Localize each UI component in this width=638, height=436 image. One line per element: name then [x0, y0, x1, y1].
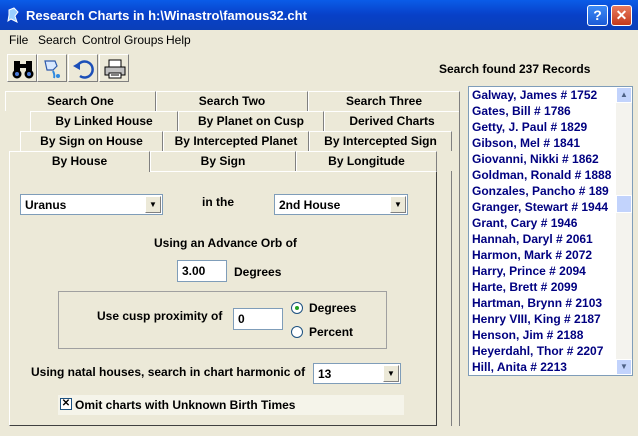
- research-charts-window: Research Charts in h:\Winastro\famous32.…: [0, 0, 638, 436]
- list-item[interactable]: Getty, J. Paul # 1829: [469, 119, 617, 135]
- menu-search[interactable]: Search: [38, 33, 76, 47]
- tab-by-linked-house-label: By Linked House: [55, 114, 153, 128]
- scroll-down-icon[interactable]: ▼: [616, 359, 632, 375]
- tab-by-sign-on-house[interactable]: By Sign on House: [20, 131, 163, 151]
- harmonic-select-value: 13: [318, 367, 332, 381]
- omit-checkbox-label[interactable]: Omit charts with Unknown Birth Times: [75, 398, 295, 412]
- list-item[interactable]: Galway, James # 1752: [469, 87, 617, 103]
- tab-search-two[interactable]: Search Two: [156, 91, 308, 111]
- scroll-thumb[interactable]: [616, 195, 632, 213]
- window-title: Research Charts in h:\Winastro\famous32.…: [26, 8, 307, 23]
- degrees-radio[interactable]: [291, 302, 303, 314]
- house-select-value: 2nd House: [279, 198, 341, 212]
- menu-bar: File Search Control Groups Help: [0, 30, 638, 50]
- chevron-down-icon[interactable]: ▼: [383, 365, 399, 382]
- planet-select-value: Uranus: [25, 198, 67, 212]
- records-list[interactable]: Galway, James # 1752 Gates, Bill # 1786 Ge…: [468, 86, 633, 376]
- list-item[interactable]: Grant, Cary # 1946: [469, 215, 617, 231]
- percent-radio[interactable]: [291, 326, 303, 338]
- list-item[interactable]: Giovanni, Nikki # 1862: [469, 151, 617, 167]
- list-item[interactable]: Harmon, Mark # 2072: [469, 247, 617, 263]
- undo-icon: [73, 60, 94, 79]
- tab-search-one[interactable]: Search One: [5, 91, 156, 111]
- app-icon: [7, 7, 19, 23]
- scroll-up-icon[interactable]: ▲: [616, 87, 632, 103]
- title-bar[interactable]: Research Charts in h:\Winastro\famous32.…: [0, 0, 638, 30]
- tab-stack-edge: [451, 171, 452, 426]
- percent-radio-label[interactable]: Percent: [309, 325, 353, 339]
- list-item[interactable]: Gonzales, Pancho # 189: [469, 183, 617, 199]
- orb-label: Using an Advance Orb of: [154, 236, 297, 250]
- records-scrollbar[interactable]: ▲ ▼: [616, 87, 632, 375]
- list-item[interactable]: Hill, Anita # 2213: [469, 359, 617, 375]
- list-item[interactable]: Hartman, Brynn # 2103: [469, 295, 617, 311]
- list-item[interactable]: Henson, Jim # 2188: [469, 327, 617, 343]
- pour-button[interactable]: [37, 54, 67, 82]
- list-item[interactable]: Harry, Prince # 2094: [469, 263, 617, 279]
- harmonic-label: Using natal houses, search in chart harm…: [31, 365, 306, 379]
- cusp-input[interactable]: 0: [233, 308, 283, 330]
- close-button[interactable]: ✕: [611, 5, 632, 26]
- degrees-radio-label[interactable]: Degrees: [309, 301, 356, 315]
- tab-derived-charts-label: Derived Charts: [349, 114, 435, 128]
- search-result-status: Search found 237 Records: [439, 62, 591, 76]
- undo-button[interactable]: [68, 54, 98, 82]
- search-button[interactable]: [7, 54, 37, 82]
- tab-by-sign[interactable]: By Sign: [150, 151, 296, 171]
- cusp-label: Use cusp proximity of: [97, 309, 223, 323]
- list-item[interactable]: Harte, Brett # 2099: [469, 279, 617, 295]
- tab-search-three-label: Search Three: [345, 94, 423, 108]
- list-item[interactable]: Granger, Stewart # 1944: [469, 199, 617, 215]
- omit-checkbox[interactable]: ✕: [60, 398, 72, 410]
- omit-unknown-birth-times-row[interactable]: ✕ Omit charts with Unknown Birth Times: [58, 395, 404, 415]
- tab-stack-edge-outer: [459, 111, 460, 426]
- tab-by-sign-on-house-label: By Sign on House: [40, 134, 143, 148]
- planet-select[interactable]: Uranus ▼: [20, 194, 163, 215]
- list-item[interactable]: Gates, Bill # 1786: [469, 103, 617, 119]
- harmonic-select[interactable]: 13 ▼: [313, 363, 401, 384]
- pour-icon: [44, 60, 60, 79]
- tab-by-linked-house[interactable]: By Linked House: [30, 111, 178, 131]
- menu-help[interactable]: Help: [166, 33, 191, 47]
- tab-by-intercepted-sign-label: By Intercepted Sign: [324, 134, 437, 148]
- tab-by-longitude[interactable]: By Longitude: [296, 151, 437, 171]
- tab-search-three[interactable]: Search Three: [308, 91, 460, 111]
- binoculars-icon: [12, 61, 34, 79]
- in-the-label: in the: [202, 195, 234, 209]
- tab-derived-charts[interactable]: Derived Charts: [324, 111, 460, 131]
- tab-by-planet-on-cusp[interactable]: By Planet on Cusp: [178, 111, 324, 131]
- tab-by-intercepted-planet-label: By Intercepted Planet: [174, 134, 298, 148]
- tab-by-longitude-label: By Longitude: [328, 154, 405, 168]
- list-item[interactable]: Heyerdahl, Thor # 2207: [469, 343, 617, 359]
- list-item[interactable]: Goldman, Ronald # 1888: [469, 167, 617, 183]
- menu-file[interactable]: File: [9, 33, 28, 47]
- tab-by-sign-label: By Sign: [200, 154, 246, 168]
- tab-by-planet-on-cusp-label: By Planet on Cusp: [197, 114, 304, 128]
- list-item[interactable]: Hannah, Daryl # 2061: [469, 231, 617, 247]
- orb-input[interactable]: 3.00: [177, 260, 227, 282]
- tab-by-house-label: By House: [51, 154, 108, 168]
- tab-by-intercepted-sign[interactable]: By Intercepted Sign: [309, 131, 452, 151]
- list-item[interactable]: Gibson, Mel # 1841: [469, 135, 617, 151]
- chevron-down-icon[interactable]: ▼: [145, 196, 161, 213]
- chevron-down-icon[interactable]: ▼: [390, 196, 406, 213]
- menu-control-groups[interactable]: Control Groups: [82, 33, 163, 47]
- tab-by-house[interactable]: By House: [9, 151, 150, 172]
- help-button[interactable]: ?: [587, 5, 608, 26]
- tab-search-two-label: Search Two: [198, 94, 266, 108]
- tab-by-intercepted-planet[interactable]: By Intercepted Planet: [163, 131, 309, 151]
- orb-degrees-label: Degrees: [234, 265, 282, 279]
- print-button[interactable]: [99, 54, 129, 82]
- tab-search-one-label: Search One: [47, 94, 114, 108]
- printer-icon: [104, 59, 126, 79]
- house-select[interactable]: 2nd House ▼: [274, 194, 408, 215]
- records-items: Galway, James # 1752 Gates, Bill # 1786 Ge…: [469, 87, 617, 375]
- list-item[interactable]: Henry VIII, King # 2187: [469, 311, 617, 327]
